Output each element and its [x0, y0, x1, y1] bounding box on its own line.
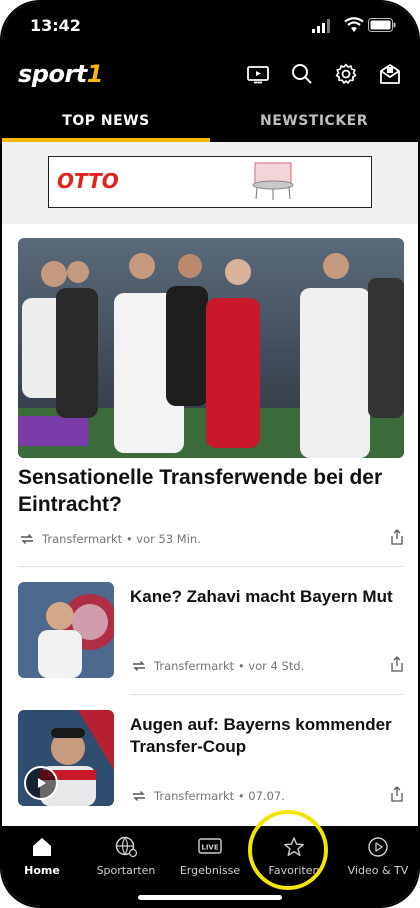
- nav-home[interactable]: Home: [2, 834, 82, 890]
- play-icon: [365, 834, 391, 860]
- nav-label: Home: [24, 864, 60, 877]
- meta-text: Transfermarkt • 07.07.: [154, 789, 285, 803]
- app-screen: 13:42 sport1 TOP NEWS NEWSTICKER OTTO Se…: [2, 2, 418, 906]
- nav-label: Ergebnisse: [179, 864, 241, 877]
- phone-frame: 13:42 sport1 TOP NEWS NEWSTICKER OTTO Se…: [0, 0, 420, 908]
- meta-text: Transfermarkt • vor 4 Std.: [154, 659, 305, 673]
- divider: [130, 694, 404, 695]
- article-title[interactable]: Augen auf: Bayerns kommender Transfer-Co…: [130, 714, 402, 758]
- tv-icon[interactable]: [244, 60, 272, 88]
- app-header: sport1 TOP NEWS NEWSTICKER: [2, 50, 418, 142]
- meta-text: Transfermarkt • vor 53 Min.: [42, 532, 201, 546]
- article-meta: Transfermarkt • 07.07.: [132, 789, 285, 803]
- bottom-navigation: Home Sportarten LIVE Ergebnisse Favorite…: [2, 826, 418, 906]
- nav-favoriten[interactable]: Favoriten: [254, 834, 334, 890]
- live-icon: LIVE: [197, 834, 223, 860]
- status-bar: 13:42: [2, 2, 418, 50]
- hero-article-image[interactable]: [18, 238, 404, 458]
- sport1-logo[interactable]: sport1: [18, 60, 103, 88]
- header-actions: [244, 60, 404, 88]
- inbox-icon[interactable]: [376, 60, 404, 88]
- status-time: 13:42: [30, 16, 81, 35]
- article-thumbnail[interactable]: [18, 710, 114, 806]
- top-tabs: TOP NEWS NEWSTICKER: [2, 100, 418, 142]
- signal-icon: [312, 19, 330, 33]
- share-icon[interactable]: [390, 529, 404, 545]
- settings-icon[interactable]: [332, 60, 360, 88]
- search-icon[interactable]: [288, 60, 316, 88]
- share-icon[interactable]: [390, 786, 404, 802]
- hero-article-meta: Transfermarkt • vor 53 Min.: [20, 532, 201, 546]
- ad-brand: OTTO: [57, 169, 119, 193]
- nav-sportarten[interactable]: Sportarten: [86, 834, 166, 890]
- transfer-icon: [133, 661, 145, 671]
- ad-area: OTTO: [2, 142, 418, 224]
- nav-label: Video & TV: [347, 864, 409, 877]
- svg-text:LIVE: LIVE: [201, 844, 218, 852]
- video-play-icon: [24, 766, 58, 800]
- nav-label: Favoriten: [268, 864, 320, 877]
- wifi-icon: [344, 17, 364, 32]
- home-indicator[interactable]: [138, 895, 282, 900]
- nav-ergebnisse[interactable]: LIVE Ergebnisse: [170, 834, 250, 890]
- sports-ball-icon: [113, 834, 139, 860]
- ad-banner[interactable]: OTTO: [48, 156, 372, 208]
- battery-icon: [368, 18, 396, 32]
- tab-top-news[interactable]: TOP NEWS: [2, 100, 210, 142]
- tab-newsticker[interactable]: NEWSTICKER: [210, 100, 418, 142]
- article-title[interactable]: Kane? Zahavi macht Bayern Mut: [130, 586, 402, 608]
- hero-article-title[interactable]: Sensationelle Transferwende bei der Eint…: [18, 464, 402, 518]
- divider: [18, 566, 404, 567]
- transfer-icon: [21, 534, 33, 544]
- share-icon[interactable]: [390, 656, 404, 672]
- trampoline-image: [252, 162, 294, 200]
- home-icon: [29, 834, 55, 860]
- nav-video-tv[interactable]: Video & TV: [338, 834, 418, 890]
- article-meta: Transfermarkt • vor 4 Std.: [132, 659, 304, 673]
- nav-label: Sportarten: [96, 864, 156, 877]
- transfer-icon: [133, 791, 145, 801]
- star-icon: [281, 834, 307, 860]
- article-thumbnail[interactable]: [18, 582, 114, 678]
